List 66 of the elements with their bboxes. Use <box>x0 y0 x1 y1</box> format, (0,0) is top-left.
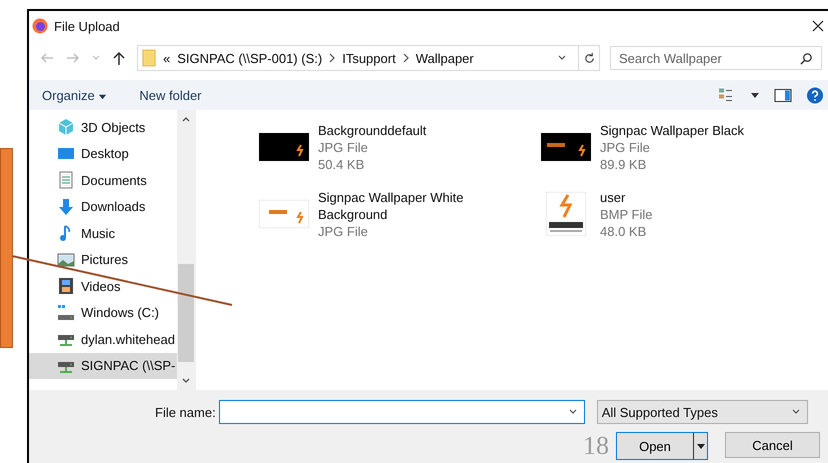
file-name: Signpac Wallpaper Black <box>600 122 746 139</box>
file-detail: JPG File <box>318 223 369 240</box>
file-type-dropdown[interactable]: All Supported Types <box>596 400 808 424</box>
new-folder-button[interactable]: New folder <box>139 88 202 102</box>
address-bar[interactable]: « SIGNPAC (\\SP-001) (S:) ITsupport Wallpaper <box>137 45 600 71</box>
sidebar-item[interactable]: Documents <box>29 167 177 194</box>
file-item[interactable]: Signpac Wallpaper Black JPG File 89.9 KB <box>540 122 822 189</box>
caret-icon <box>98 92 108 101</box>
sidebar-item[interactable]: Desktop <box>29 140 177 167</box>
open-button[interactable]: Open <box>617 433 693 459</box>
file-detail: JPG File <box>318 139 369 156</box>
document-icon <box>57 171 75 190</box>
slide-page-number: 18 <box>583 433 609 459</box>
file-detail: 48.0 KB <box>600 223 648 240</box>
sidebar-item[interactable]: dylan.whitehead <box>29 326 177 352</box>
file-detail: JPG File <box>600 139 651 156</box>
chevron-icon <box>329 53 336 63</box>
scrollbar-thumb[interactable] <box>178 264 194 362</box>
breadcrumb[interactable]: SIGNPAC (\\SP-001) (S:) <box>177 50 322 66</box>
file-item[interactable]: user BMP File 48.0 KB <box>540 189 822 256</box>
sidebar-item[interactable]: SIGNPAC (\\SP- <box>29 352 177 379</box>
file-name-label: File name: <box>155 404 216 420</box>
file-name: Backgrounddefault <box>318 122 428 139</box>
help-icon[interactable] <box>806 86 824 104</box>
download-icon <box>57 198 75 216</box>
file-detail: BMP File <box>600 206 654 223</box>
overflow-marker[interactable]: « <box>163 50 170 66</box>
wallpaper-thumbnail <box>541 133 591 161</box>
breadcrumb[interactable]: Wallpaper <box>416 50 474 66</box>
cube-icon <box>57 118 75 136</box>
sidebar-item[interactable]: Videos <box>29 273 177 300</box>
file-name: user <box>600 189 626 206</box>
sidebar-item[interactable]: Pictures <box>29 246 177 273</box>
preview-pane-icon[interactable] <box>774 86 792 104</box>
refresh-icon <box>582 52 596 64</box>
drive-icon <box>57 304 75 322</box>
film-icon <box>57 277 75 296</box>
cancel-button[interactable]: Cancel <box>725 432 820 458</box>
file-detail: 89.9 KB <box>600 156 648 173</box>
close-icon[interactable] <box>812 20 824 32</box>
file-name-field[interactable] <box>218 400 585 424</box>
window-title: File Upload <box>54 18 120 34</box>
search-icon <box>800 52 813 64</box>
logo-thumbnail <box>546 192 586 236</box>
open-dropdown-button[interactable] <box>693 433 707 459</box>
browser-logo-icon <box>32 18 48 34</box>
search-field[interactable]: Search Wallpaper <box>610 46 822 70</box>
sidebar-item[interactable]: Windows (C:) <box>29 300 177 326</box>
file-item[interactable]: Backgrounddefault JPG File 50.4 KB <box>258 122 540 189</box>
picture-icon <box>57 250 75 269</box>
wallpaper-thumbnail <box>259 200 309 228</box>
search-placeholder: Search Wallpaper <box>619 50 722 66</box>
wallpaper-thumbnail <box>259 133 309 161</box>
sidebar-item[interactable]: Music <box>29 220 177 246</box>
scrollbar[interactable] <box>177 110 195 390</box>
file-item[interactable]: Signpac Wallpaper White Background JPG File <box>258 189 540 256</box>
view-caret-icon[interactable] <box>750 90 760 100</box>
organize-menu[interactable]: Organize <box>42 88 108 102</box>
up-arrow-icon[interactable] <box>111 50 127 66</box>
folder-icon <box>142 49 156 67</box>
file-name: Signpac Wallpaper White Background <box>318 189 464 223</box>
sidebar-item[interactable]: 3D Objects <box>29 114 177 140</box>
sidebar-item[interactable]: Downloads <box>29 194 177 220</box>
chevron-icon <box>402 53 409 63</box>
breadcrumb[interactable]: ITsupport <box>342 50 396 66</box>
file-detail: 50.4 KB <box>318 156 366 173</box>
